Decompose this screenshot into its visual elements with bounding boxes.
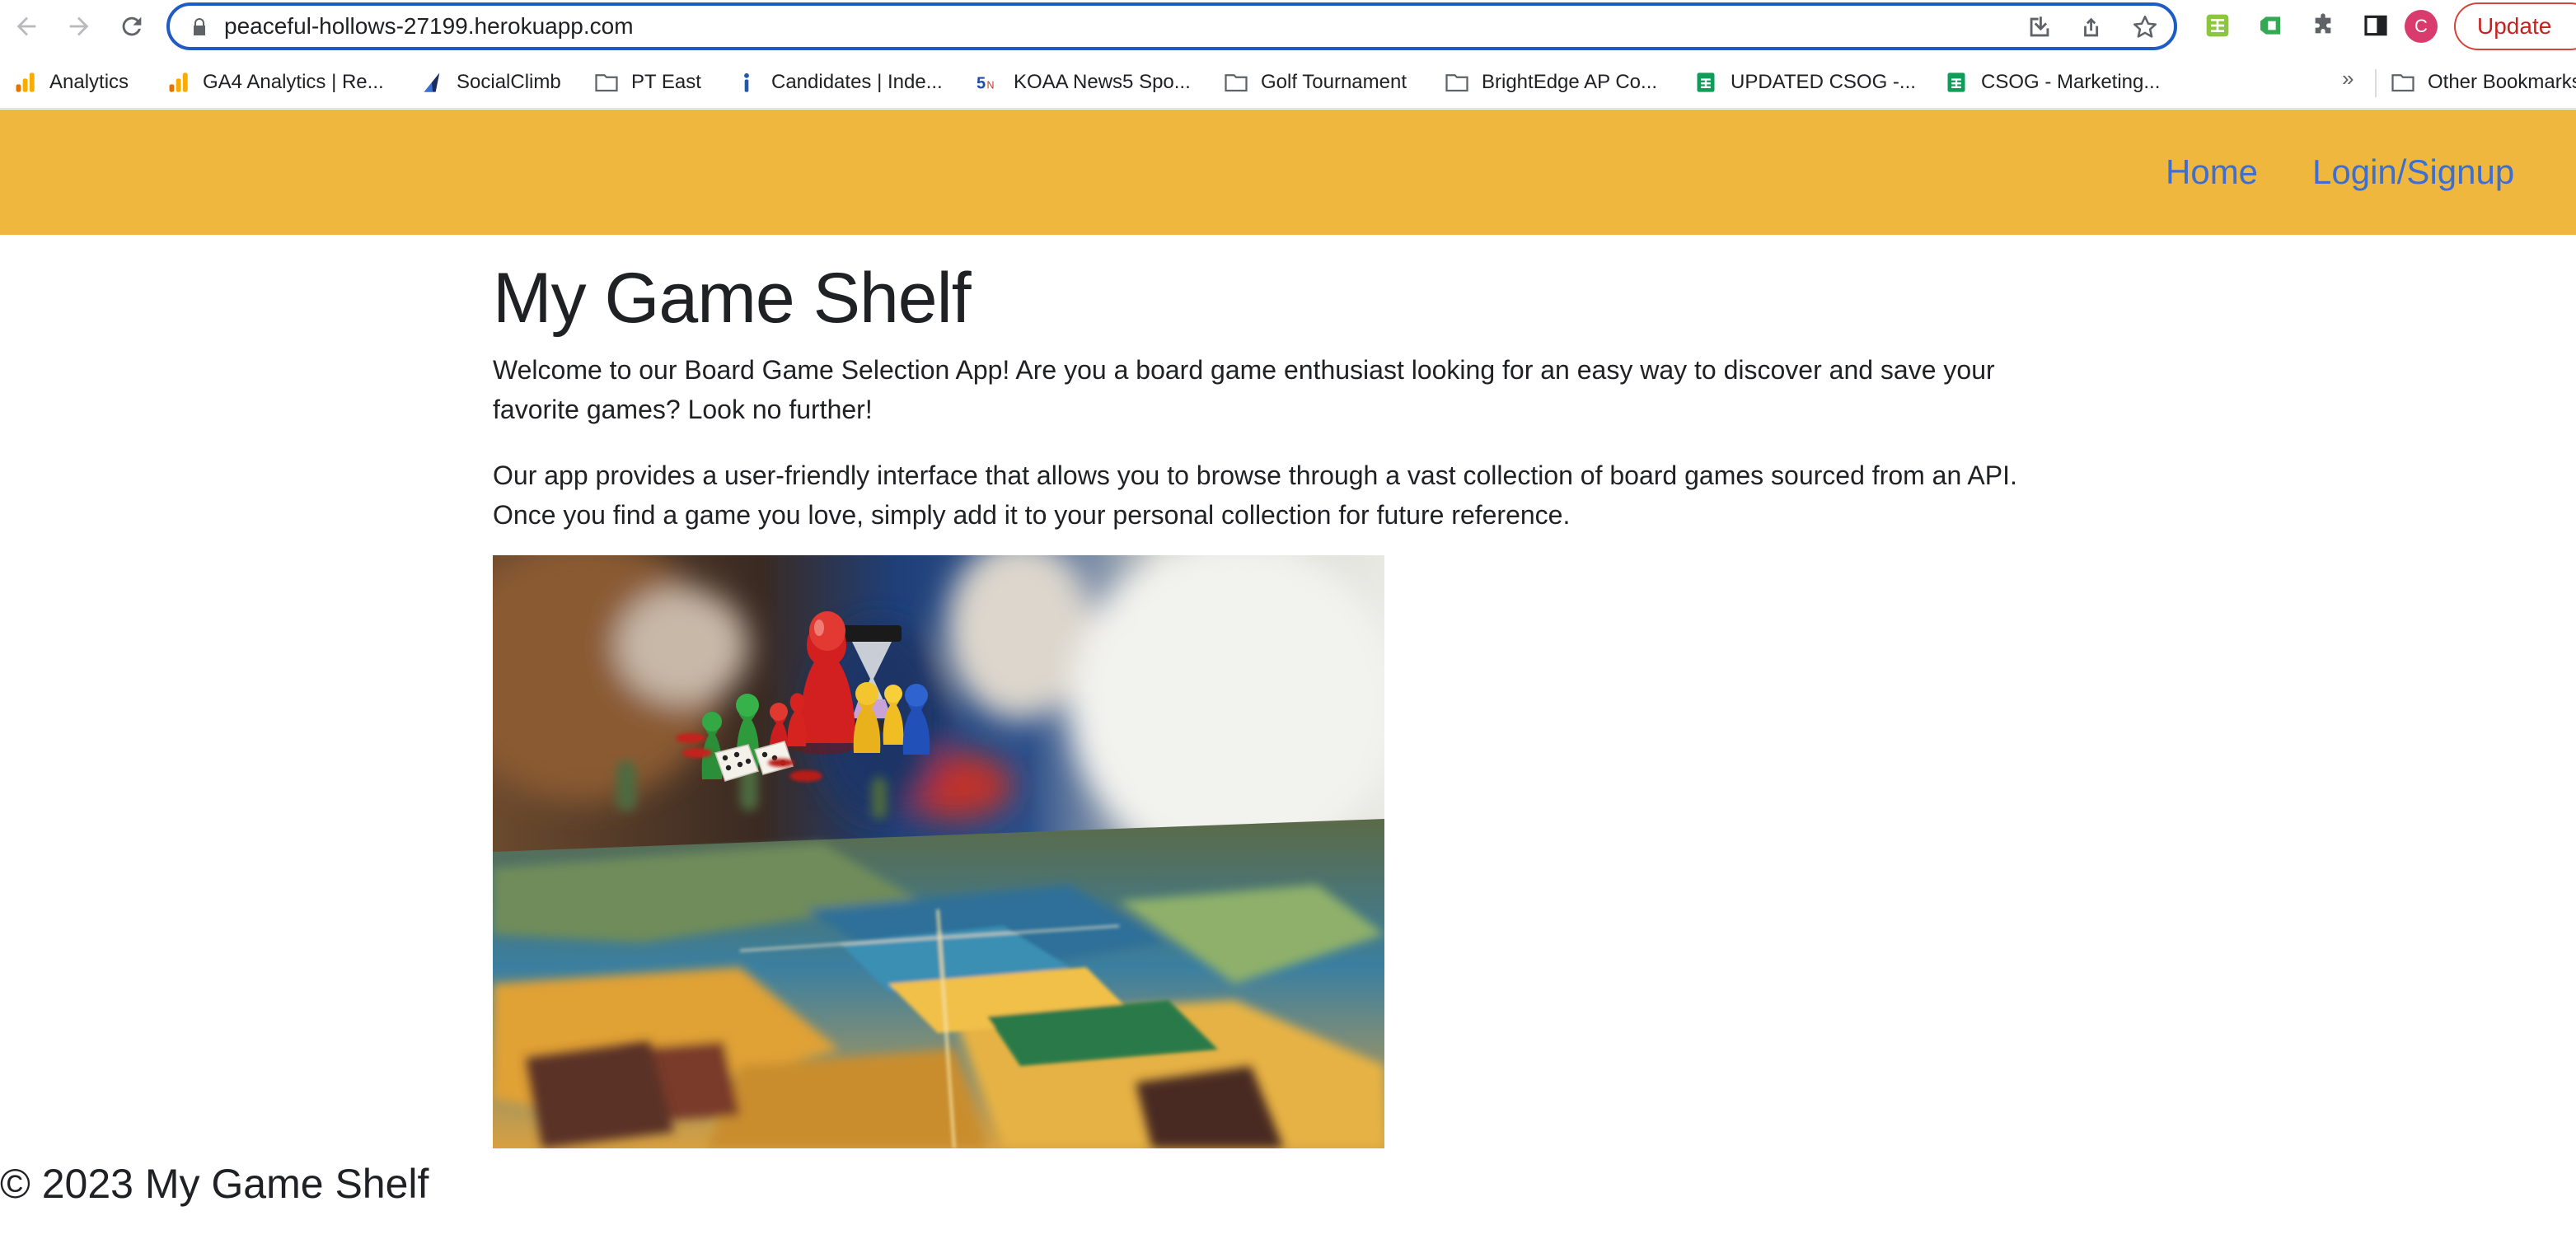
bookmark-label: Other Bookmarks	[2428, 71, 2576, 93]
share-icon[interactable]	[2078, 13, 2106, 41]
sheets-extension-icon[interactable]	[2204, 12, 2232, 40]
bookmark-koaa-news5[interactable]: 5N KOAA News5 Spo...	[976, 66, 1191, 99]
bookmark-csog-marketing[interactable]: CSOG - Marketing...	[1943, 66, 2160, 99]
analytics-icon	[165, 69, 191, 96]
more-bookmarks-chevron-icon[interactable]: »	[2342, 66, 2354, 91]
sheets-icon	[1693, 69, 1719, 96]
reload-icon	[122, 16, 142, 36]
folder-icon	[2390, 69, 2416, 96]
socialclimb-icon	[419, 69, 445, 96]
tag-extension-icon[interactable]	[2256, 12, 2284, 40]
address-bar[interactable]: peaceful-hollows-27199.herokuapp.com	[166, 2, 2177, 50]
folder-icon	[1223, 69, 1249, 96]
profile-avatar[interactable]: C	[2405, 10, 2438, 43]
folder-icon	[593, 69, 620, 96]
bookmark-updated-csog[interactable]: UPDATED CSOG -...	[1693, 66, 1916, 99]
bookmarks-bar: Analytics GA4 Analytics | Re... SocialCl…	[0, 54, 2576, 109]
back-button[interactable]	[7, 7, 46, 46]
indeed-icon	[733, 69, 760, 96]
forward-arrow-icon	[69, 16, 89, 36]
bookmark-golf-tournament[interactable]: Golf Tournament	[1223, 66, 1407, 99]
forward-button[interactable]	[59, 7, 99, 46]
bookmark-label: KOAA News5 Spo...	[1014, 71, 1191, 93]
bookmark-label: Analytics	[49, 71, 129, 93]
main-content: My Game Shelf Welcome to our Board Game …	[493, 235, 2075, 535]
koaa-icon: 5N	[976, 69, 1002, 96]
bookmark-label: UPDATED CSOG -...	[1731, 71, 1916, 93]
bookmark-label: BrightEdge AP Co...	[1482, 71, 1658, 93]
bookmark-candidates[interactable]: Candidates | Inde...	[733, 66, 943, 99]
nav-login-signup-link[interactable]: Login/Signup	[2312, 152, 2514, 192]
bookmark-label: PT East	[631, 71, 701, 93]
update-button[interactable]: Update	[2454, 2, 2576, 50]
folder-icon	[1444, 69, 1470, 96]
bookmark-brightedge[interactable]: BrightEdge AP Co...	[1444, 66, 1657, 99]
board-game-photo	[493, 555, 1384, 1148]
bookmark-label: Golf Tournament	[1261, 71, 1407, 93]
browser-toolbar: peaceful-hollows-27199.herokuapp.com C U…	[0, 0, 2576, 54]
back-arrow-icon	[16, 16, 36, 36]
svg-text:5: 5	[977, 75, 986, 93]
lock-icon	[194, 18, 205, 35]
site-footer: © 2023 My Game Shelf	[0, 1161, 429, 1207]
bookmark-socialclimb[interactable]: SocialClimb	[419, 66, 561, 99]
site-navbar: Home Login/Signup	[0, 110, 2576, 235]
install-app-icon[interactable]	[2026, 13, 2054, 41]
url-text: peaceful-hollows-27199.herokuapp.com	[224, 13, 634, 39]
description-paragraph: Our app provides a user-friendly interfa…	[493, 461, 2017, 530]
intro-paragraph: Welcome to our Board Game Selection App!…	[493, 355, 1995, 424]
bookmark-analytics[interactable]: Analytics	[12, 66, 129, 99]
bookmark-ga4-analytics[interactable]: GA4 Analytics | Re...	[165, 66, 384, 99]
bookmark-star-icon[interactable]	[2131, 13, 2159, 41]
page-title: My Game Shelf	[493, 259, 972, 338]
bookmark-pt-east[interactable]: PT East	[593, 66, 701, 99]
extensions-puzzle-icon[interactable]	[2309, 12, 2337, 40]
nav-home-link[interactable]: Home	[2166, 152, 2258, 192]
reload-button[interactable]	[112, 7, 152, 46]
bookmark-label: SocialClimb	[457, 71, 561, 93]
bookmark-label: CSOG - Marketing...	[1981, 71, 2161, 93]
bookmark-divider	[2375, 69, 2377, 97]
side-panel-icon[interactable]	[2362, 12, 2390, 40]
other-bookmarks[interactable]: Other Bookmarks	[2390, 66, 2576, 99]
bookmark-label: GA4 Analytics | Re...	[203, 71, 384, 93]
sheets-icon	[1943, 69, 1969, 96]
bookmark-label: Candidates | Inde...	[771, 71, 943, 93]
svg-text:N: N	[987, 80, 995, 91]
analytics-icon	[12, 69, 38, 96]
